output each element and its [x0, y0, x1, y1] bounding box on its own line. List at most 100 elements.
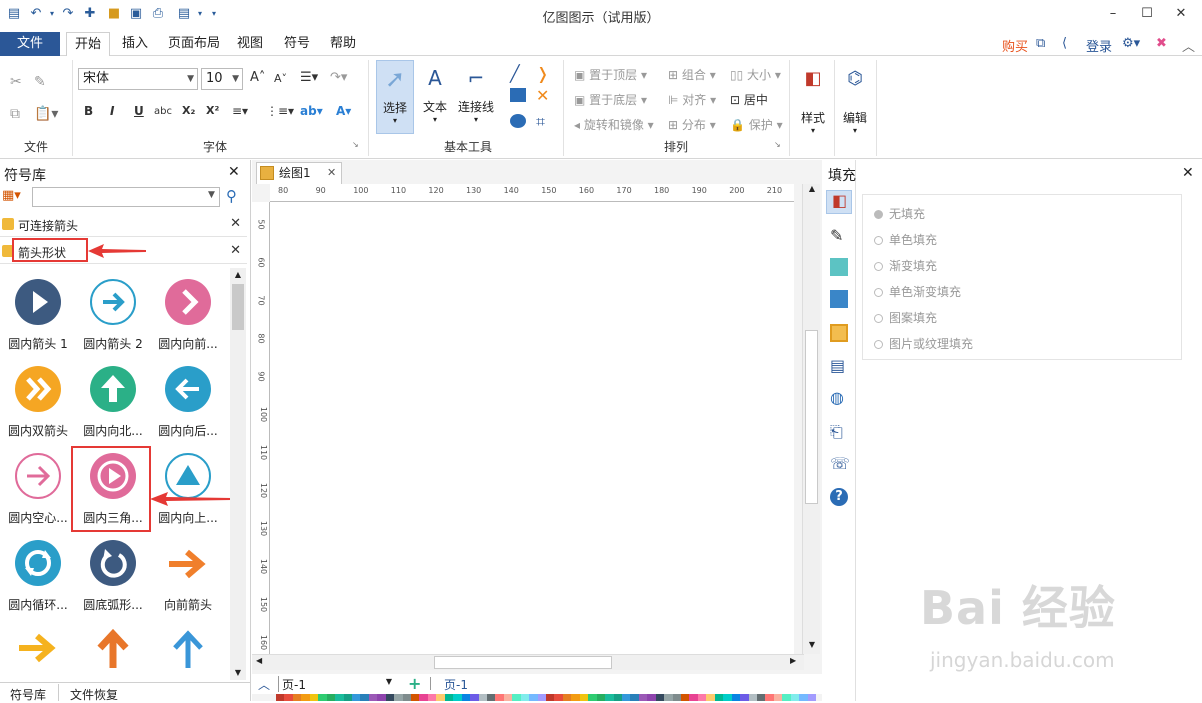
- color-swatch[interactable]: [790, 694, 800, 701]
- symbol-circle-forward[interactable]: 圆内向前...: [150, 279, 226, 365]
- color-swatch[interactable]: [562, 694, 572, 701]
- font-family-select[interactable]: 宋体 ▼: [78, 68, 198, 90]
- buy-link[interactable]: 购买: [1002, 36, 1028, 55]
- font-color-button[interactable]: A▾: [336, 104, 351, 118]
- color-swatch[interactable]: [335, 694, 344, 701]
- color-swatch[interactable]: [453, 694, 462, 701]
- color-swatch[interactable]: [495, 694, 504, 701]
- fill-option-solid[interactable]: 单色填充: [874, 231, 937, 248]
- color-swatch[interactable]: [436, 694, 445, 701]
- color-swatch[interactable]: [444, 694, 454, 701]
- color-swatch[interactable]: [529, 694, 538, 701]
- document-icon[interactable]: ▤: [830, 356, 848, 375]
- color-swatch[interactable]: [292, 694, 302, 701]
- library-category-connectable-arrows[interactable]: 可连接箭头 ✕: [0, 213, 247, 237]
- color-swatch[interactable]: [807, 694, 816, 701]
- fill-icon[interactable]: ◧: [826, 190, 852, 214]
- canvas-vertical-scrollbar[interactable]: ▲ ▼: [802, 184, 820, 654]
- size-button[interactable]: ▯▯ 大小 ▾: [730, 66, 781, 83]
- symbol-circle-north[interactable]: 圆内向北...: [75, 366, 151, 452]
- help-icon[interactable]: ?: [830, 488, 848, 506]
- scroll-up-icon[interactable]: ▲: [803, 184, 821, 198]
- color-swatch[interactable]: [748, 694, 757, 701]
- color-swatch[interactable]: [588, 694, 597, 701]
- right-arrow-yellow-icon[interactable]: [15, 628, 61, 668]
- fill-option-picture[interactable]: 图片或纹理填充: [874, 335, 973, 352]
- maximize-button[interactable]: ☐: [1136, 4, 1158, 24]
- close-fill-panel-icon[interactable]: ✕: [1182, 165, 1194, 181]
- strikethrough-button[interactable]: abc: [154, 106, 172, 117]
- hyperlink-icon[interactable]: ◍: [830, 388, 848, 407]
- text-direction-icon[interactable]: ↷▾: [330, 70, 347, 85]
- tab-insert[interactable]: 插入: [114, 32, 156, 56]
- symbol-circle-arrow-1[interactable]: 圆内箭头 1: [0, 279, 76, 365]
- symbol-circle-arrow-2[interactable]: 圆内箭头 2: [75, 279, 151, 365]
- color-swatch[interactable]: [681, 694, 690, 701]
- color-swatch[interactable]: [402, 694, 411, 701]
- color-swatch[interactable]: [799, 694, 808, 701]
- attachment-icon[interactable]: ⎗: [830, 422, 848, 441]
- color-swatch[interactable]: [740, 694, 749, 701]
- color-swatch[interactable]: [520, 694, 530, 701]
- fill-option-single-gradient[interactable]: 单色渐变填充: [874, 283, 961, 300]
- tab-symbol[interactable]: 符号: [276, 32, 318, 56]
- tab-file-recovery[interactable]: 文件恢复: [70, 686, 118, 703]
- color-swatch[interactable]: [672, 694, 681, 701]
- paste-icon[interactable]: 📋▾: [34, 106, 58, 122]
- connector-tool-button[interactable]: ⌐ 连接线 ▾: [456, 60, 496, 134]
- color-swatch[interactable]: [284, 694, 293, 701]
- canvas-horizontal-scrollbar[interactable]: ◀ ▶: [252, 654, 804, 670]
- close-category-icon[interactable]: ✕: [230, 216, 241, 231]
- color-swatch[interactable]: [546, 694, 555, 701]
- image-icon[interactable]: [830, 290, 848, 308]
- document-tab[interactable]: 绘图1 ✕: [256, 162, 342, 184]
- edit-button[interactable]: ⌬ 编辑 ▾: [838, 60, 872, 135]
- library-scrollbar[interactable]: ▲ ▼: [230, 268, 246, 680]
- color-swatch[interactable]: [756, 694, 766, 701]
- scroll-thumb[interactable]: [232, 284, 244, 330]
- tab-home[interactable]: 开始: [66, 32, 111, 57]
- collapse-ribbon-icon[interactable]: ︿: [1182, 36, 1195, 55]
- fill-option-pattern[interactable]: 图案填充: [874, 309, 937, 326]
- collapse-pages-icon[interactable]: ︿: [258, 676, 270, 693]
- color-swatch[interactable]: [360, 694, 369, 701]
- line-spacing-button[interactable]: ≡▾: [232, 104, 248, 118]
- color-swatch[interactable]: [596, 694, 606, 701]
- align-button[interactable]: ⊫ 对齐 ▾: [668, 91, 716, 108]
- page-tab[interactable]: 页-1: [444, 676, 468, 693]
- color-swatch[interactable]: [664, 694, 673, 701]
- settings-icon[interactable]: ⚙▾: [1122, 36, 1140, 51]
- superscript-button[interactable]: X²: [206, 104, 219, 117]
- close-window-button[interactable]: ✕: [1170, 4, 1192, 24]
- rotate-mirror-button[interactable]: ◂ 旋转和镜像 ▾: [574, 116, 654, 133]
- select-tool-button[interactable]: ➚ 选择 ▾: [376, 60, 414, 134]
- color-swatch[interactable]: [394, 694, 403, 701]
- color-swatch[interactable]: [309, 694, 319, 701]
- underline-button[interactable]: U: [134, 104, 144, 118]
- scroll-down-icon[interactable]: ▼: [230, 666, 246, 680]
- color-swatch[interactable]: [655, 694, 665, 701]
- color-swatch[interactable]: [638, 694, 648, 701]
- page-select[interactable]: 页-1 ▼: [278, 676, 396, 692]
- tab-page-layout[interactable]: 页面布局: [160, 32, 228, 56]
- up-arrow-blue-icon[interactable]: [165, 628, 211, 670]
- center-button[interactable]: ⊡ 居中: [730, 91, 768, 108]
- color-swatch[interactable]: [276, 694, 285, 701]
- color-swatch[interactable]: [377, 694, 386, 701]
- scroll-left-icon[interactable]: ◀: [256, 656, 262, 665]
- font-dialog-launcher-icon[interactable]: ↘: [352, 140, 359, 149]
- cross-shape-icon[interactable]: ✕: [536, 86, 549, 105]
- library-search-input[interactable]: [32, 187, 220, 207]
- color-swatch[interactable]: [621, 694, 631, 701]
- color-swatch[interactable]: [537, 694, 546, 701]
- line-style-icon[interactable]: ✎: [830, 226, 848, 245]
- color-swatch[interactable]: [411, 694, 420, 701]
- copy-icon[interactable]: ⧉: [10, 106, 20, 122]
- login-link[interactable]: 登录: [1086, 36, 1112, 55]
- color-swatch[interactable]: [461, 694, 471, 701]
- color-swatch[interactable]: [368, 694, 378, 701]
- format-painter-icon[interactable]: ✎: [34, 74, 46, 90]
- italic-button[interactable]: I: [110, 104, 114, 118]
- scroll-thumb[interactable]: [805, 330, 818, 504]
- color-palette[interactable]: [276, 694, 816, 701]
